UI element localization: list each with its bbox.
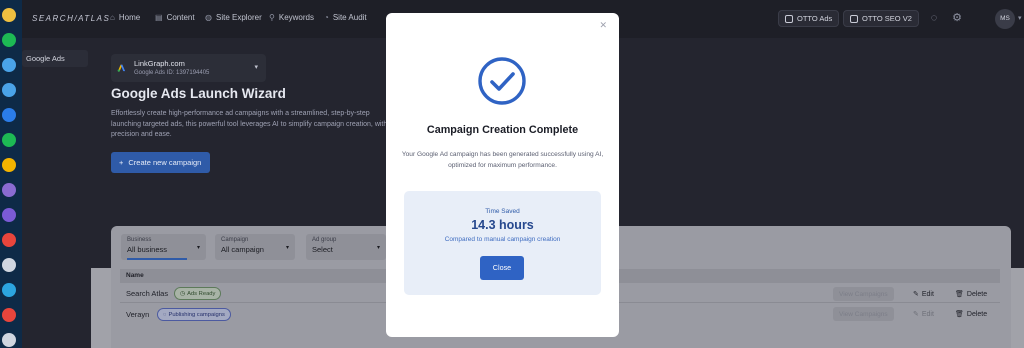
chevron-down-icon: ▾	[254, 64, 258, 71]
delete-label: Delete	[966, 310, 988, 318]
nav-site-explorer[interactable]: ◍ Site Explorer	[205, 13, 262, 22]
app-icon-12[interactable]	[2, 283, 16, 297]
check-circle-icon	[478, 57, 526, 105]
edit-label: Edit	[921, 310, 934, 318]
otto-ads-button[interactable]: OTTO Ads	[778, 10, 840, 27]
ad-group-filter[interactable]: Ad group Select ▾	[306, 234, 386, 260]
google-ads-logo-icon	[117, 64, 126, 72]
bell-icon[interactable]: ◌	[927, 11, 941, 25]
gear-icon[interactable]: ⚙	[950, 11, 964, 25]
otto-ads-icon	[785, 14, 793, 23]
status-dot-icon: ◷	[180, 290, 186, 297]
status-badge-label: Publishing campaigns	[168, 311, 225, 318]
avatar[interactable]: MS	[995, 9, 1015, 29]
chevron-down-icon[interactable]: ▾	[1018, 14, 1022, 22]
account-id: Google Ads ID: 1397194405	[134, 70, 210, 76]
otto-seo-button[interactable]: OTTO SEO V2	[843, 10, 919, 27]
nav-content-label: Content	[166, 13, 195, 22]
edit-label: Edit	[921, 290, 934, 298]
create-campaign-label: Create new campaign	[128, 158, 202, 167]
page-title: Google Ads Launch Wizard	[111, 86, 286, 101]
business-filter-label: Business	[127, 237, 152, 243]
app-icon-8[interactable]	[2, 183, 16, 197]
page-description: Effortlessly create high-performance ad …	[111, 110, 388, 138]
sidebar-item-google-ads[interactable]: Google Ads	[22, 50, 88, 67]
trash-icon: 🗑	[955, 291, 964, 298]
pencil-icon: ✎	[913, 291, 919, 298]
ad-group-filter-label: Ad group	[312, 237, 337, 243]
nav-content[interactable]: ▤ Content	[155, 13, 195, 22]
plus-icon: +	[119, 158, 124, 167]
account-selector[interactable]: LinkGraph.com Google Ads ID: 1397194405 …	[111, 54, 266, 82]
active-filter-indicator	[127, 258, 187, 260]
spotify-icon-2[interactable]	[2, 133, 16, 147]
app-icon-3[interactable]	[2, 58, 16, 72]
app-icon-4[interactable]	[2, 83, 16, 97]
pencil-icon: ✎	[913, 311, 919, 318]
view-campaigns-button[interactable]: View Campaigns	[833, 287, 894, 301]
account-name: LinkGraph.com	[134, 59, 185, 68]
spotify-icon[interactable]	[2, 33, 16, 47]
edit-button[interactable]: ✎ Edit	[913, 287, 934, 301]
app-icon-13[interactable]	[2, 308, 16, 322]
chevron-down-icon: ▾	[285, 245, 289, 251]
close-icon[interactable]: ✕	[599, 20, 607, 31]
content-icon: ▤	[155, 13, 163, 22]
chrome-icon-2[interactable]	[2, 233, 16, 247]
app-logo[interactable]: SEARCH/ATLAS	[32, 14, 110, 23]
status-badge-label: Ads Ready	[187, 290, 216, 297]
key-icon: ⚲	[269, 13, 275, 22]
chrome-icon[interactable]	[2, 158, 16, 172]
app-icon-1[interactable]	[2, 8, 16, 22]
delete-button[interactable]: 🗑 Delete	[955, 307, 987, 321]
home-icon: ⌂	[110, 13, 115, 22]
business-filter[interactable]: Business All business ▾	[121, 234, 206, 260]
nav-site-explorer-label: Site Explorer	[215, 13, 262, 22]
business-filter-value: All business	[127, 245, 168, 254]
chevron-down-icon: ▾	[376, 245, 380, 251]
table-row-name: Search Atlas	[126, 289, 169, 298]
time-saved-note: Compared to manual campaign creation	[444, 236, 561, 243]
trash-icon: 🗑	[955, 311, 964, 318]
status-badge: ◷ Ads Ready	[174, 287, 222, 300]
otto-seo-icon	[850, 14, 858, 23]
campaign-filter-value: All campaign	[221, 245, 264, 254]
app-icon-11[interactable]	[2, 258, 16, 272]
chevron-down-icon: ▾	[196, 245, 200, 251]
create-campaign-button[interactable]: + Create new campaign	[111, 152, 210, 173]
close-button[interactable]: Close	[480, 256, 524, 280]
nav-keywords-label: Keywords	[278, 13, 314, 22]
view-campaigns-button[interactable]: View Campaigns	[833, 307, 894, 321]
time-saved-label: Time Saved	[485, 208, 520, 215]
otto-ads-label: OTTO Ads	[797, 14, 833, 23]
nav-site-audit-label: Site Audit	[332, 13, 367, 22]
otto-seo-label: OTTO SEO V2	[862, 14, 912, 23]
app-dock	[0, 0, 22, 348]
table-row-name: Verayn	[126, 310, 150, 319]
nav-keywords[interactable]: ⚲ Keywords	[269, 13, 314, 22]
time-saved-card: Time Saved 14.3 hours Compared to manual…	[404, 191, 601, 295]
delete-button[interactable]: 🗑 Delete	[955, 287, 987, 301]
nav-home[interactable]: ⌂ Home	[110, 13, 140, 22]
globe-icon: ◍	[205, 13, 212, 22]
campaign-filter-label: Campaign	[221, 237, 249, 243]
status-badge: ◌ Publishing campaigns	[157, 308, 231, 321]
audit-icon: ◔	[324, 13, 329, 22]
modal-message: Your Google Ad campaign has been generat…	[401, 151, 604, 169]
nav-site-audit[interactable]: ◔ Site Audit	[324, 13, 367, 22]
app-icon-9[interactable]	[2, 208, 16, 222]
status-dot-icon: ◌	[163, 311, 167, 318]
campaign-filter[interactable]: Campaign All campaign ▾	[215, 234, 295, 260]
nav-home-label: Home	[118, 13, 141, 22]
app-icon-14[interactable]	[2, 333, 16, 347]
delete-label: Delete	[966, 290, 988, 298]
time-saved-value: 14.3 hours	[471, 218, 534, 232]
column-header-name: Name	[126, 272, 144, 279]
ad-group-filter-value: Select	[312, 245, 333, 254]
modal-title: Campaign Creation Complete	[426, 124, 579, 136]
edit-button[interactable]: ✎ Edit	[913, 307, 934, 321]
campaign-complete-modal: ✕ Campaign Creation Complete Your Google…	[386, 13, 619, 337]
app-icon-5[interactable]	[2, 108, 16, 122]
